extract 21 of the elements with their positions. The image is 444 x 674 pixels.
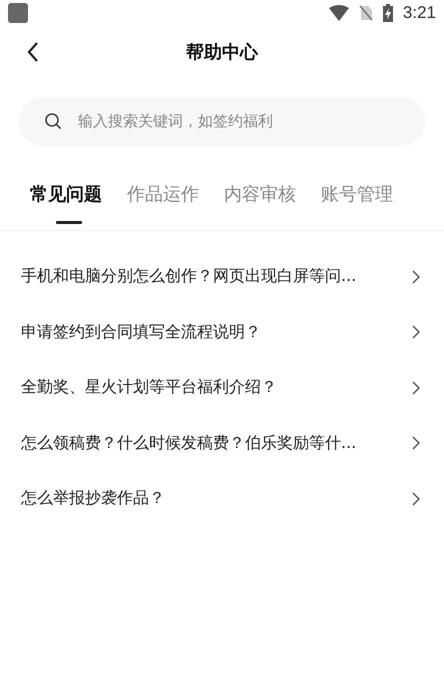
- back-icon[interactable]: [26, 41, 40, 63]
- page-title: 帮助中心: [186, 41, 258, 64]
- clock-time: 3:21: [402, 3, 436, 23]
- question-item[interactable]: 怎么举报抄袭作品？: [0, 471, 444, 526]
- question-item[interactable]: 全勤奖、星火计划等平台福利介绍？: [0, 360, 444, 416]
- no-sim-icon: [358, 5, 373, 21]
- chevron-right-icon: [412, 325, 420, 340]
- tab[interactable]: 账号管理: [321, 182, 393, 230]
- question-item[interactable]: 手机和电脑分别怎么创作？网页出现白屏等问...: [0, 249, 444, 304]
- chevron-right-icon: [412, 436, 420, 450]
- tab[interactable]: 作品运作: [127, 182, 199, 230]
- search-field[interactable]: 输入搜索关键词，如签约福利: [20, 98, 424, 144]
- tab[interactable]: 常见问题: [30, 182, 102, 230]
- battery-charging-icon: [382, 4, 393, 22]
- chevron-right-icon: [412, 270, 420, 284]
- chevron-right-icon: [412, 492, 420, 506]
- tab[interactable]: 内容审核: [224, 182, 296, 230]
- chevron-right-icon: [412, 380, 420, 395]
- question-item[interactable]: 申请签约到合同填写全流程说明？: [0, 304, 444, 360]
- question-item[interactable]: 怎么领稿费？什么时候发稿费？伯乐奖励等什...: [0, 416, 444, 471]
- wifi-icon: [328, 5, 349, 21]
